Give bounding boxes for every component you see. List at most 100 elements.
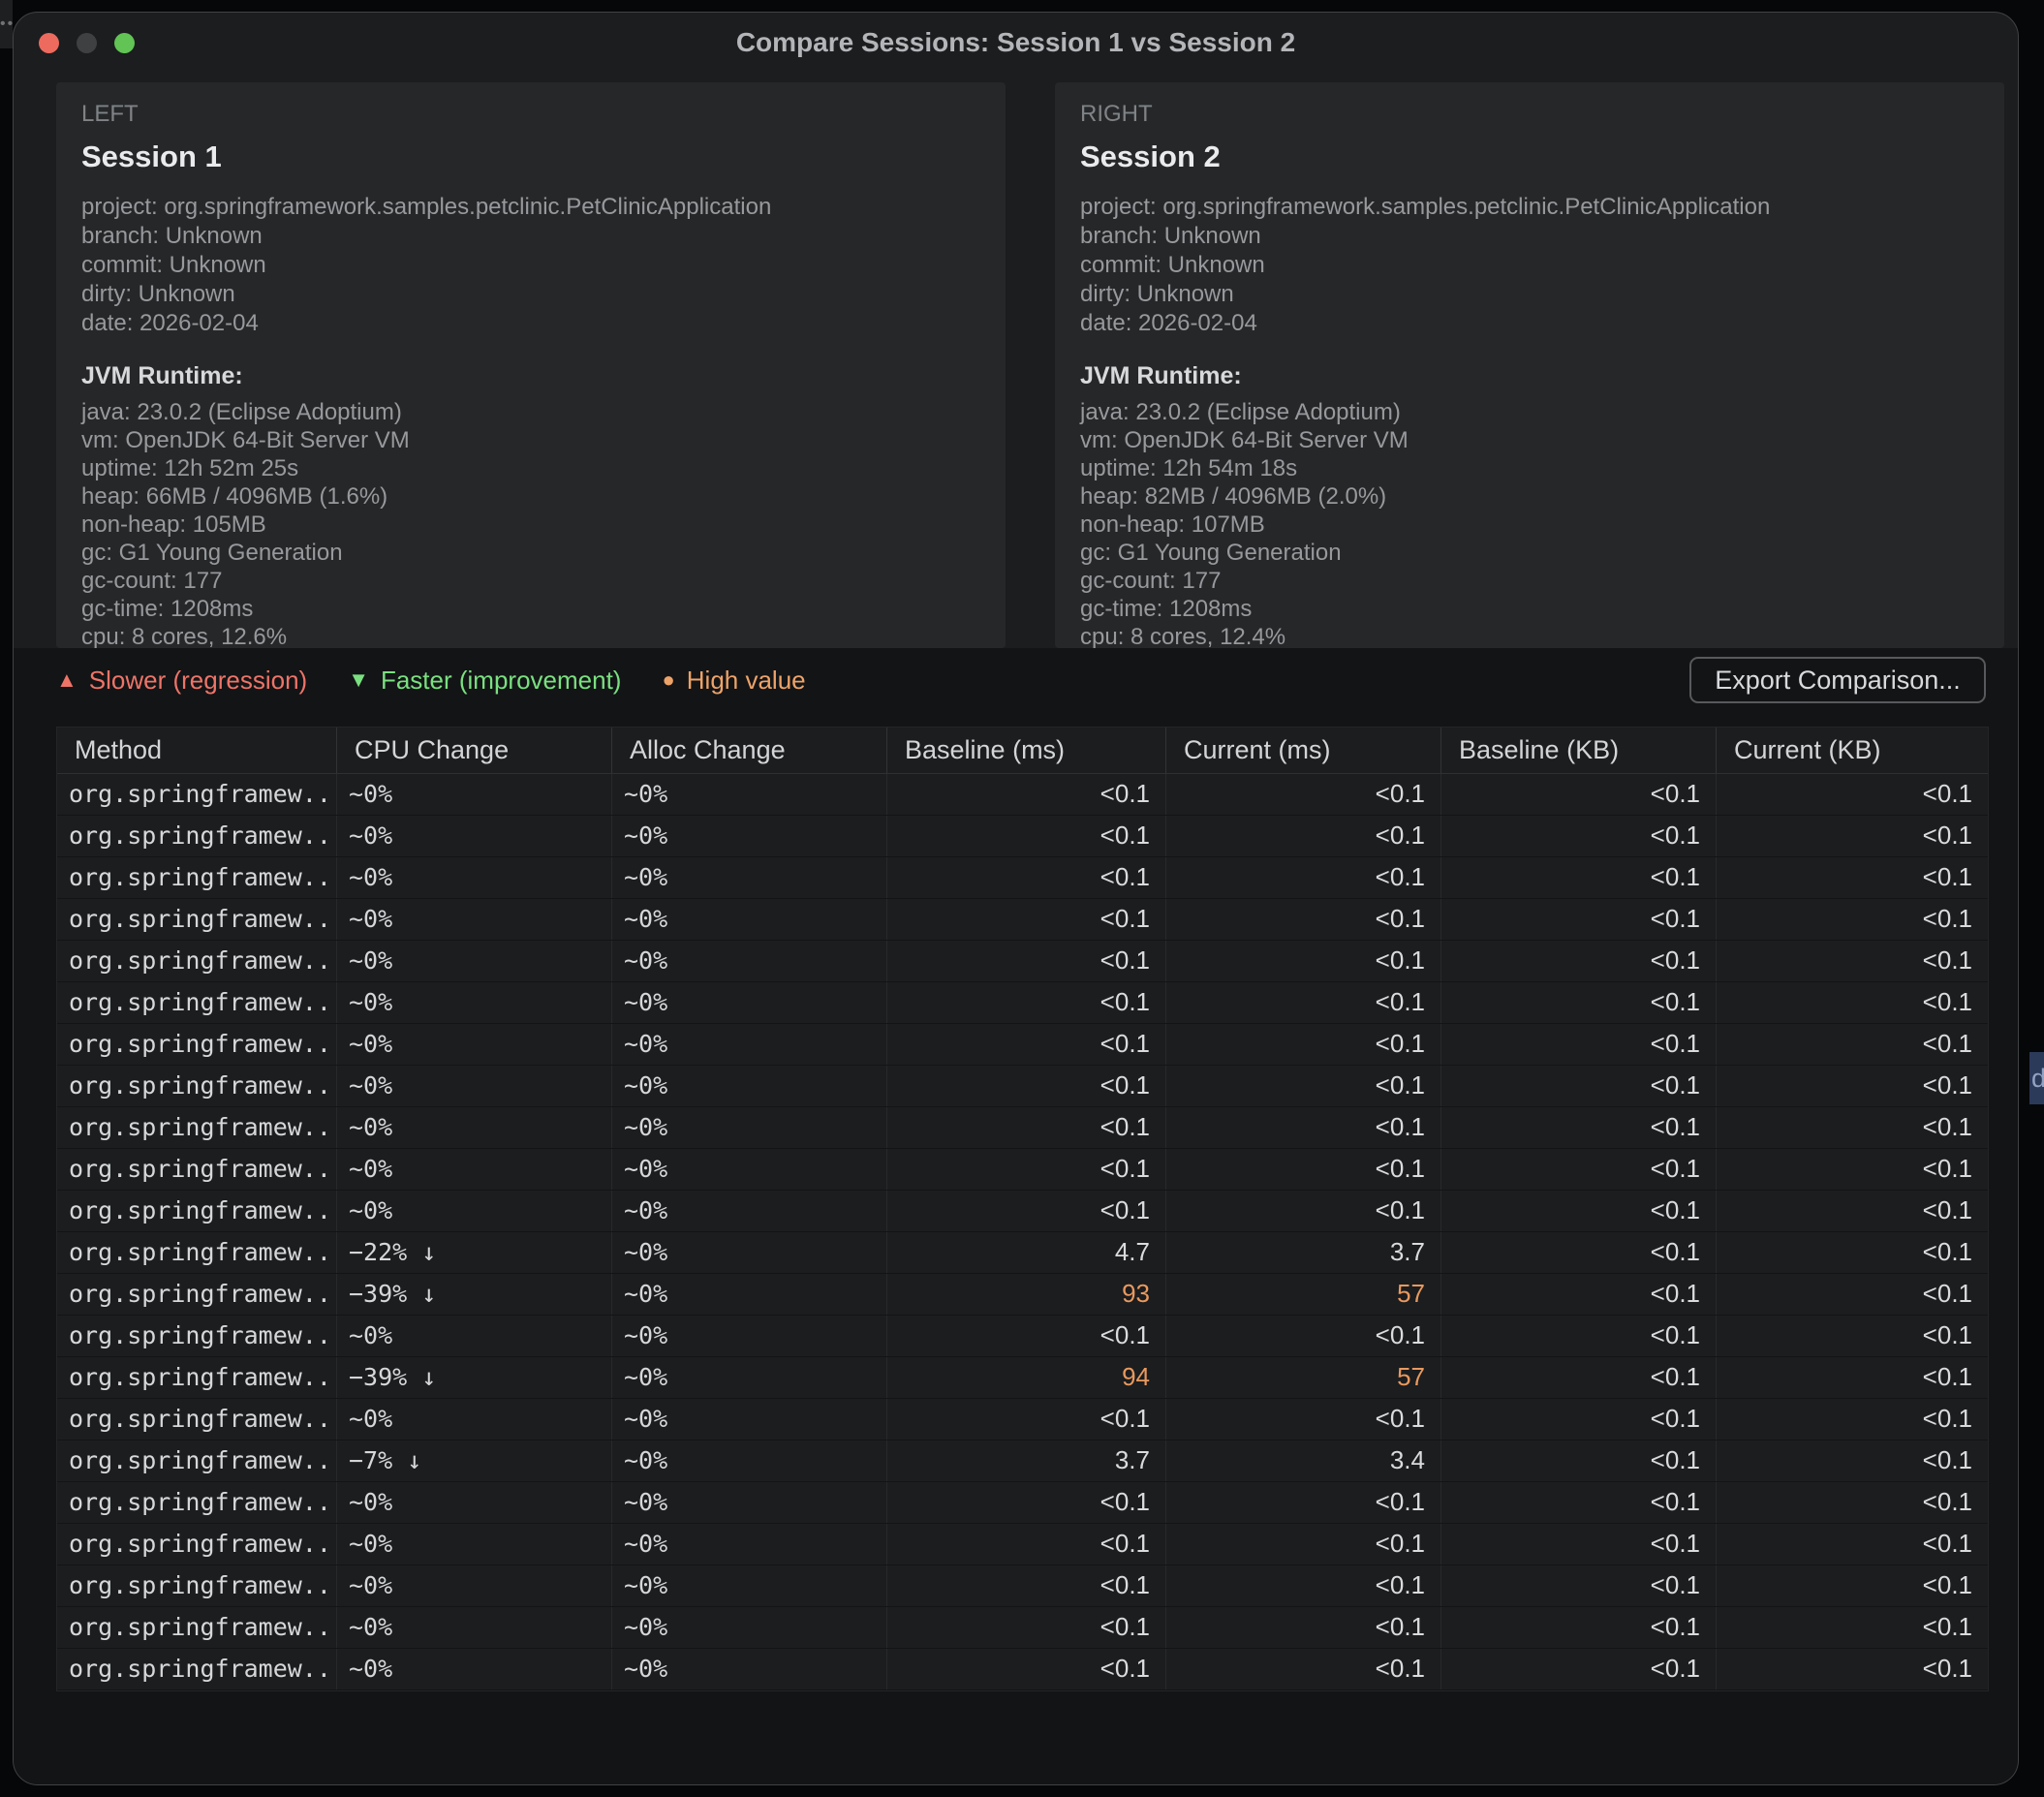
column-header[interactable]: Alloc Change <box>612 728 887 773</box>
jvm-detail-line: java: 23.0.2 (Eclipse Adoptium) <box>81 398 980 426</box>
cell-baseline_kb: <0.1 <box>1441 1232 1717 1273</box>
cell-current_ms: <0.1 <box>1166 1482 1441 1523</box>
column-header[interactable]: Current (ms) <box>1166 728 1441 773</box>
jvm-runtime-label: JVM Runtime: <box>81 361 980 390</box>
session-detail-line: project: org.springframework.samples.pet… <box>81 193 980 222</box>
cell-current_ms: 57 <box>1166 1274 1441 1315</box>
cell-baseline_kb: <0.1 <box>1441 1149 1717 1190</box>
cell-current_kb: <0.1 <box>1717 857 1988 898</box>
cell-baseline_kb: <0.1 <box>1441 857 1717 898</box>
cell-current_ms: <0.1 <box>1166 899 1441 940</box>
legend-label: High value <box>687 666 806 696</box>
cell-method: org.springframew... <box>57 1607 337 1648</box>
cell-baseline_ms: <0.1 <box>887 899 1166 940</box>
slower-triangle-icon: ▲ <box>56 667 77 693</box>
cell-baseline_ms: <0.1 <box>887 1607 1166 1648</box>
table-row[interactable]: org.springframew...−39% ↓~0%9357<0.1<0.1 <box>57 1274 1988 1316</box>
cell-current_ms: <0.1 <box>1166 1191 1441 1231</box>
cell-method: org.springframew... <box>57 857 337 898</box>
table-row[interactable]: org.springframew...~0%~0%<0.1<0.1<0.1<0.… <box>57 1107 1988 1149</box>
table-row[interactable]: org.springframew...~0%~0%<0.1<0.1<0.1<0.… <box>57 1149 1988 1191</box>
table-row[interactable]: org.springframew...~0%~0%<0.1<0.1<0.1<0.… <box>57 816 1988 857</box>
session-title: Session 2 <box>1080 139 1979 175</box>
column-header[interactable]: Baseline (KB) <box>1441 728 1717 773</box>
session-title: Session 1 <box>81 139 980 175</box>
cell-cpu: ~0% <box>337 1482 612 1523</box>
cell-baseline_ms: <0.1 <box>887 1690 1166 1691</box>
table-row[interactable]: org.springframew...~0%~0%<0.1<0.1<0.1<0.… <box>57 1399 1988 1441</box>
cell-current_ms: <0.1 <box>1166 941 1441 981</box>
cell-current_ms: <0.1 <box>1166 1149 1441 1190</box>
column-header[interactable]: Baseline (ms) <box>887 728 1166 773</box>
table-row[interactable]: org.springframew...~0%~0%<0.1<0.1<0.1<0.… <box>57 982 1988 1024</box>
cell-method: org.springframew... <box>57 941 337 981</box>
table-row[interactable]: org.springframew...~0%~0%<0.1<0.1<0.1<0.… <box>57 1649 1988 1690</box>
cell-method: org.springframew... <box>57 1274 337 1315</box>
cell-alloc: ~0% <box>612 1107 887 1148</box>
column-header[interactable]: CPU Change <box>337 728 612 773</box>
cell-cpu: ~0% <box>337 816 612 856</box>
cell-current_kb: <0.1 <box>1717 1690 1988 1691</box>
table-row[interactable]: org.springframew...~0%~0%<0.1<0.1<0.1<0.… <box>57 1565 1988 1607</box>
table-row[interactable]: org.springframew...~0%~0%<0.1<0.1<0.1<0.… <box>57 1607 1988 1649</box>
cell-baseline_ms: <0.1 <box>887 1482 1166 1523</box>
jvm-detail-line: gc: G1 Young Generation <box>81 539 980 567</box>
cell-current_ms: <0.1 <box>1166 1107 1441 1148</box>
cell-baseline_kb: <0.1 <box>1441 1107 1717 1148</box>
cell-current_kb: <0.1 <box>1717 1649 1988 1689</box>
column-header[interactable]: Current (KB) <box>1717 728 1988 773</box>
jvm-detail-line: vm: OpenJDK 64-Bit Server VM <box>81 426 980 454</box>
side-label: LEFT <box>81 102 980 127</box>
cell-current_ms: <0.1 <box>1166 1690 1441 1691</box>
cell-cpu: ~0% <box>337 1149 612 1190</box>
comparison-section: ▲Slower (regression)▼Faster (improvement… <box>14 648 2018 1785</box>
cell-method: org.springframew... <box>57 1066 337 1106</box>
table-row[interactable]: org.springframew...~0%~0%<0.1<0.1<0.1<0.… <box>57 1191 1988 1232</box>
cell-method: org.springframew... <box>57 1690 337 1691</box>
cell-method: org.springframew... <box>57 816 337 856</box>
cell-baseline_ms: 4.7 <box>887 1232 1166 1273</box>
jvm-detail-line: heap: 82MB / 4096MB (2.0%) <box>1080 482 1979 511</box>
cell-alloc: ~0% <box>612 1482 887 1523</box>
table-row[interactable]: org.springframew...~0%~0%<0.1<0.1<0.1<0.… <box>57 1524 1988 1565</box>
cell-method: org.springframew... <box>57 1441 337 1481</box>
jvm-runtime-details: java: 23.0.2 (Eclipse Adoptium)vm: OpenJ… <box>81 398 980 648</box>
cell-method: org.springframew... <box>57 1649 337 1689</box>
cell-baseline_ms: <0.1 <box>887 1399 1166 1440</box>
session-details: project: org.springframework.samples.pet… <box>81 193 980 338</box>
table-row[interactable]: org.springframew...~0%~0%<0.1<0.1<0.1<0.… <box>57 1316 1988 1357</box>
cell-baseline_ms: <0.1 <box>887 1649 1166 1689</box>
session-detail-line: commit: Unknown <box>1080 251 1979 280</box>
cell-baseline_ms: <0.1 <box>887 941 1166 981</box>
table-row[interactable]: org.springframew...−22% ↓~0%4.73.7<0.1<0… <box>57 1232 1988 1274</box>
table-row[interactable]: org.springframew...~0%~0%<0.1<0.1<0.1<0.… <box>57 1024 1988 1066</box>
jvm-detail-line: non-heap: 105MB <box>81 511 980 539</box>
jvm-detail-line: gc: G1 Young Generation <box>1080 539 1979 567</box>
legend-label: Faster (improvement) <box>381 666 622 696</box>
cell-baseline_kb: <0.1 <box>1441 941 1717 981</box>
cell-current_ms: <0.1 <box>1166 1399 1441 1440</box>
cell-baseline_ms: <0.1 <box>887 1149 1166 1190</box>
cell-cpu: ~0% <box>337 857 612 898</box>
table-row[interactable]: org.springframew...~0%~0%<0.1<0.1<0.1<0.… <box>57 1066 1988 1107</box>
cell-cpu: ~0% <box>337 1607 612 1648</box>
export-comparison-button[interactable]: Export Comparison... <box>1689 657 1986 703</box>
table-row[interactable]: org.springframew...−7% ↓~0%3.73.4<0.1<0.… <box>57 1441 1988 1482</box>
column-header[interactable]: Method <box>57 728 337 773</box>
table-row[interactable]: org.springframew...~0%~0%<0.1<0.1<0.1<0.… <box>57 1482 1988 1524</box>
table-row[interactable]: org.springframew...~0%~0%<0.1<0.1<0.1<0.… <box>57 899 1988 941</box>
cell-cpu: −39% ↓ <box>337 1274 612 1315</box>
cell-current_kb: <0.1 <box>1717 1357 1988 1398</box>
table-row[interactable]: org.springframew...~0%~0%<0.1<0.1<0.1<0.… <box>57 1690 1988 1691</box>
cell-baseline_kb: <0.1 <box>1441 1316 1717 1356</box>
session-detail-line: branch: Unknown <box>81 222 980 251</box>
table-row[interactable]: org.springframew...−39% ↓~0%9457<0.1<0.1 <box>57 1357 1988 1399</box>
table-row[interactable]: org.springframew...~0%~0%<0.1<0.1<0.1<0.… <box>57 941 1988 982</box>
jvm-detail-line: cpu: 8 cores, 12.6% <box>81 623 980 648</box>
cell-alloc: ~0% <box>612 899 887 940</box>
cell-cpu: −39% ↓ <box>337 1357 612 1398</box>
jvm-detail-line: vm: OpenJDK 64-Bit Server VM <box>1080 426 1979 454</box>
table-row[interactable]: org.springframew...~0%~0%<0.1<0.1<0.1<0.… <box>57 774 1988 816</box>
table-row[interactable]: org.springframew...~0%~0%<0.1<0.1<0.1<0.… <box>57 857 1988 899</box>
cell-baseline_ms: <0.1 <box>887 982 1166 1023</box>
